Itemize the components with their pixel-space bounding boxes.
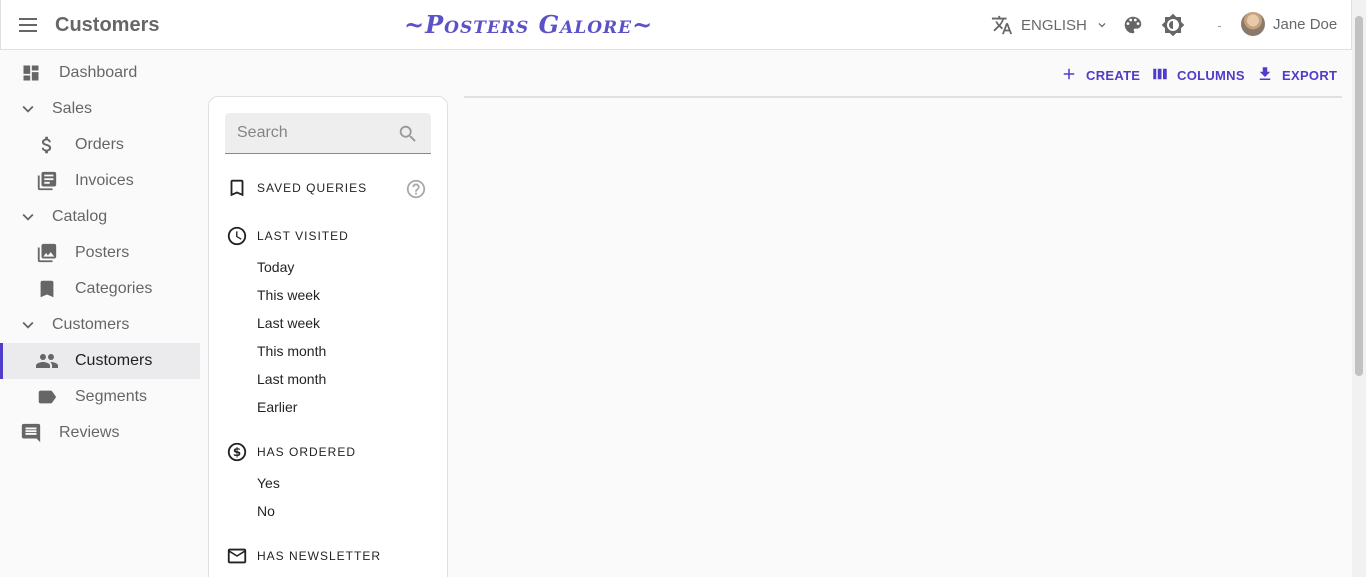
brightness-icon[interactable] — [1160, 12, 1186, 38]
search-icon — [397, 123, 419, 150]
sidebar-item-label: Orders — [75, 136, 124, 153]
avatar — [1241, 12, 1265, 36]
sidebar-item-segments[interactable]: Segments — [0, 379, 200, 415]
sidebar-item-dashboard[interactable]: Dashboard — [0, 55, 200, 91]
sidebar-group-customers[interactable]: Customers — [0, 307, 200, 343]
section-title: LAST VISITED — [257, 229, 349, 243]
filter-sidebar: SAVED QUERIES LAST VISITED Today This we… — [208, 96, 448, 577]
filter-option-last-week[interactable]: Last week — [257, 313, 320, 333]
export-label: EXPORT — [1282, 67, 1338, 83]
help-icon[interactable] — [405, 178, 427, 205]
language-label: ENGLISH — [1021, 16, 1087, 34]
dollar-icon — [35, 133, 59, 157]
app-bar: Customers ~Posters Galore~ ENGLISH Jane … — [0, 0, 1352, 50]
svg-text:$: $ — [233, 445, 241, 459]
sidebar-item-reviews[interactable]: Reviews — [0, 415, 200, 451]
chevron-down-icon — [16, 97, 40, 121]
brand-logo: ~Posters Galore~ — [404, 10, 654, 39]
comment-icon — [19, 421, 43, 445]
mail-icon — [225, 544, 249, 568]
page-scrollbar[interactable] — [1352, 0, 1366, 577]
create-button[interactable]: CREATE — [1060, 64, 1140, 86]
search-field — [225, 113, 431, 154]
sidebar-item-label: Customers — [75, 352, 153, 369]
sidebar-item-label: Customers — [52, 316, 130, 333]
search-input[interactable] — [225, 113, 395, 153]
clock-icon — [225, 224, 249, 248]
columns-button[interactable]: COLUMNS — [1151, 64, 1245, 86]
sidebar-item-customers[interactable]: Customers — [0, 343, 200, 379]
loading-indicator — [1218, 26, 1221, 27]
chevron-down-icon — [1095, 18, 1109, 32]
last-visited-header: LAST VISITED — [225, 224, 348, 248]
money-circle-icon: $ — [225, 440, 249, 464]
chevron-down-icon — [16, 313, 40, 337]
filter-option-this-week[interactable]: This week — [257, 285, 320, 305]
filter-option-no[interactable]: No — [257, 501, 275, 521]
people-icon — [35, 349, 59, 373]
sidebar-item-label: Segments — [75, 388, 148, 405]
chevron-down-icon — [16, 205, 40, 229]
sidebar-item-categories[interactable]: Categories — [0, 271, 200, 307]
sidebar-item-label: Reviews — [59, 424, 120, 441]
bookmark-outline-icon — [225, 176, 249, 200]
sidebar-item-label: Sales — [52, 100, 93, 117]
section-title: HAS ORDERED — [257, 445, 357, 459]
sidebar-group-sales[interactable]: Sales — [0, 91, 200, 127]
bookmark-icon — [35, 277, 59, 301]
filter-option-last-month[interactable]: Last month — [257, 369, 326, 389]
sidebar-item-label: Posters — [75, 244, 130, 261]
translate-icon — [991, 14, 1013, 36]
sidebar-item-orders[interactable]: Orders — [0, 127, 200, 163]
library-books-icon — [35, 169, 59, 193]
section-title: HAS NEWSLETTER — [257, 549, 382, 563]
dashboard-icon — [19, 61, 43, 85]
palette-icon[interactable] — [1120, 12, 1146, 38]
sidebar-item-posters[interactable]: Posters — [0, 235, 200, 271]
filter-option-this-month[interactable]: This month — [257, 341, 326, 361]
list-divider — [464, 96, 1342, 98]
label-icon — [35, 385, 59, 409]
export-button[interactable]: EXPORT — [1256, 64, 1337, 86]
sidebar-item-label: Invoices — [75, 172, 134, 189]
user-menu[interactable]: Jane Doe — [1241, 12, 1337, 36]
has-ordered-header: $ HAS ORDERED — [225, 440, 355, 464]
sidebar-item-label: Catalog — [52, 208, 108, 225]
sidebar: Dashboard Sales Orders Invoices Catalog … — [0, 50, 200, 451]
sidebar-item-invoices[interactable]: Invoices — [0, 163, 200, 199]
columns-label: COLUMNS — [1177, 67, 1245, 83]
has-newsletter-header: HAS NEWSLETTER — [225, 544, 380, 568]
menu-icon[interactable] — [15, 12, 43, 38]
collections-icon — [35, 241, 59, 265]
download-icon — [1256, 65, 1274, 86]
columns-icon — [1151, 65, 1169, 86]
plus-icon — [1060, 65, 1078, 86]
sidebar-item-label: Dashboard — [59, 64, 138, 81]
page-title: Customers — [55, 14, 160, 36]
section-title: SAVED QUERIES — [257, 181, 368, 195]
filter-option-yes[interactable]: Yes — [257, 473, 280, 493]
create-label: CREATE — [1086, 67, 1141, 83]
user-name: Jane Doe — [1273, 15, 1338, 33]
saved-queries-header: SAVED QUERIES — [225, 176, 366, 200]
sidebar-item-label: Categories — [75, 280, 153, 297]
sidebar-group-catalog[interactable]: Catalog — [0, 199, 200, 235]
scrollbar-thumb[interactable] — [1355, 16, 1363, 376]
language-selector[interactable]: ENGLISH — [991, 13, 1109, 37]
filter-option-today[interactable]: Today — [257, 257, 294, 277]
filter-option-earlier[interactable]: Earlier — [257, 397, 297, 417]
